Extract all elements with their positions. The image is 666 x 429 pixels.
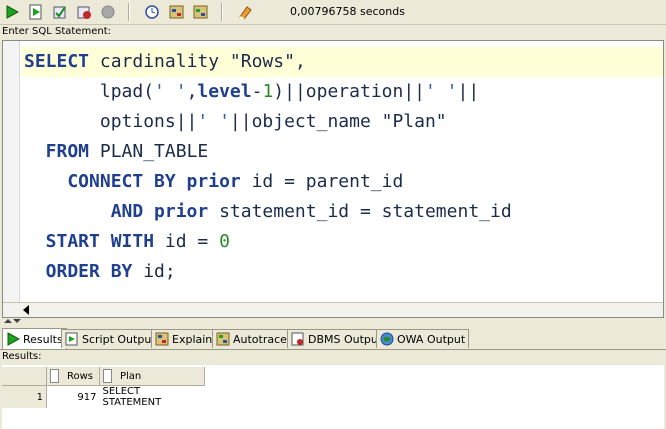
code-token: ,: [186, 81, 198, 102]
expand-down-icon[interactable]: [13, 319, 21, 323]
toolbar: 0,00796758 seconds: [0, 0, 666, 25]
run-icon[interactable]: [3, 3, 20, 20]
run-script-icon[interactable]: [27, 3, 44, 20]
collapse-up-icon[interactable]: [4, 319, 12, 323]
horizontal-scrollbar[interactable]: [3, 302, 663, 317]
sql-code[interactable]: SELECT cardinality "Rows", lpad(' ',leve…: [22, 47, 663, 287]
column-header-plan[interactable]: Plan: [99, 367, 205, 386]
script-output-icon: [65, 332, 78, 346]
code-token: ORDER BY: [24, 261, 133, 282]
code-line[interactable]: options||' '||object_name "Plan": [22, 107, 663, 137]
code-token: cardinality: [89, 51, 230, 72]
history-icon[interactable]: [143, 3, 160, 20]
explain-icon[interactable]: [168, 3, 185, 20]
code-line[interactable]: ORDER BY id;: [22, 257, 663, 287]
code-token: )||operation||: [273, 81, 425, 102]
results-table: Rows Plan 1 917 SELECT STATEMENT: [2, 367, 205, 408]
code-token: id = parent_id: [240, 171, 404, 192]
sql-statement-label: Enter SQL Statement:: [2, 26, 111, 37]
tab-script-output[interactable]: Script Output: [61, 329, 160, 348]
column-header-rows[interactable]: Rows: [46, 367, 100, 386]
cancel-icon[interactable]: [99, 3, 116, 20]
code-token: 0: [219, 231, 230, 252]
code-token: statement_id = statement_id: [208, 201, 512, 222]
code-token: PLAN_TABLE: [89, 141, 209, 162]
code-token: START WITH: [24, 231, 155, 252]
code-token: -: [251, 81, 263, 102]
code-line[interactable]: START WITH id = 0: [22, 227, 663, 257]
code-token: "Rows",: [229, 51, 306, 72]
code-token: lpad(: [24, 81, 155, 102]
cell-plan[interactable]: SELECT STATEMENT: [100, 386, 205, 408]
code-token: ' ': [154, 81, 187, 102]
rollback-icon[interactable]: [75, 3, 92, 20]
editor-gutter: [3, 41, 20, 305]
output-tabs: Results Script Output Explain Autotrace …: [0, 328, 666, 350]
code-token: ' ': [197, 111, 230, 132]
code-line[interactable]: CONNECT BY prior id = parent_id: [22, 167, 663, 197]
code-token: options||: [24, 111, 198, 132]
code-line[interactable]: SELECT cardinality "Rows",: [22, 47, 663, 77]
code-token: FROM: [24, 141, 90, 162]
owa-output-icon: [380, 332, 394, 346]
commit-icon[interactable]: [51, 3, 68, 20]
sql-editor[interactable]: SELECT cardinality "Rows", lpad(' ',leve…: [2, 40, 664, 318]
column-type-icon: [103, 369, 112, 383]
tab-results[interactable]: Results: [2, 328, 67, 349]
results-icon: [7, 332, 20, 346]
code-token: SELECT: [24, 51, 90, 72]
table-row[interactable]: 1 917 SELECT STATEMENT: [2, 385, 205, 409]
code-token: ||object_name "Plan": [229, 111, 447, 132]
results-label: Results:: [2, 351, 42, 362]
tab-owa-output[interactable]: OWA Output: [376, 329, 470, 348]
cell-rows[interactable]: 917: [47, 386, 100, 409]
autotrace-icon[interactable]: [192, 3, 209, 20]
code-token: AND prior: [24, 201, 209, 222]
results-grid: Rows Plan 1 917 SELECT STATEMENT: [2, 365, 664, 429]
execution-time: 0,00796758 seconds: [290, 5, 405, 18]
code-token: 1: [262, 81, 274, 102]
code-token: id =: [154, 231, 220, 252]
code-token: ' ': [425, 81, 458, 102]
tab-autotrace[interactable]: Autotrace: [212, 329, 291, 348]
code-line[interactable]: AND prior statement_id = statement_id: [22, 197, 663, 227]
splitter[interactable]: [0, 319, 666, 327]
table-header-row: Rows Plan: [2, 367, 205, 386]
code-line[interactable]: FROM PLAN_TABLE: [22, 137, 663, 167]
code-token: CONNECT BY prior: [24, 171, 241, 192]
code-token: ||: [457, 81, 480, 102]
scroll-left-icon[interactable]: [23, 305, 29, 315]
code-line[interactable]: lpad(' ',level-1)||operation||' '||: [22, 77, 663, 107]
column-type-icon: [50, 369, 59, 383]
code-token: id;: [132, 261, 176, 282]
explain-tab-icon: [155, 332, 169, 346]
dbms-output-icon: [291, 332, 304, 346]
clear-icon[interactable]: [236, 3, 253, 20]
tab-explain[interactable]: Explain: [151, 329, 217, 348]
tab-dbms-output[interactable]: DBMS Output: [287, 329, 387, 348]
code-token: level: [197, 81, 252, 102]
row-number-header: [2, 367, 47, 386]
autotrace-tab-icon: [216, 332, 230, 346]
row-number: 1: [2, 385, 47, 408]
